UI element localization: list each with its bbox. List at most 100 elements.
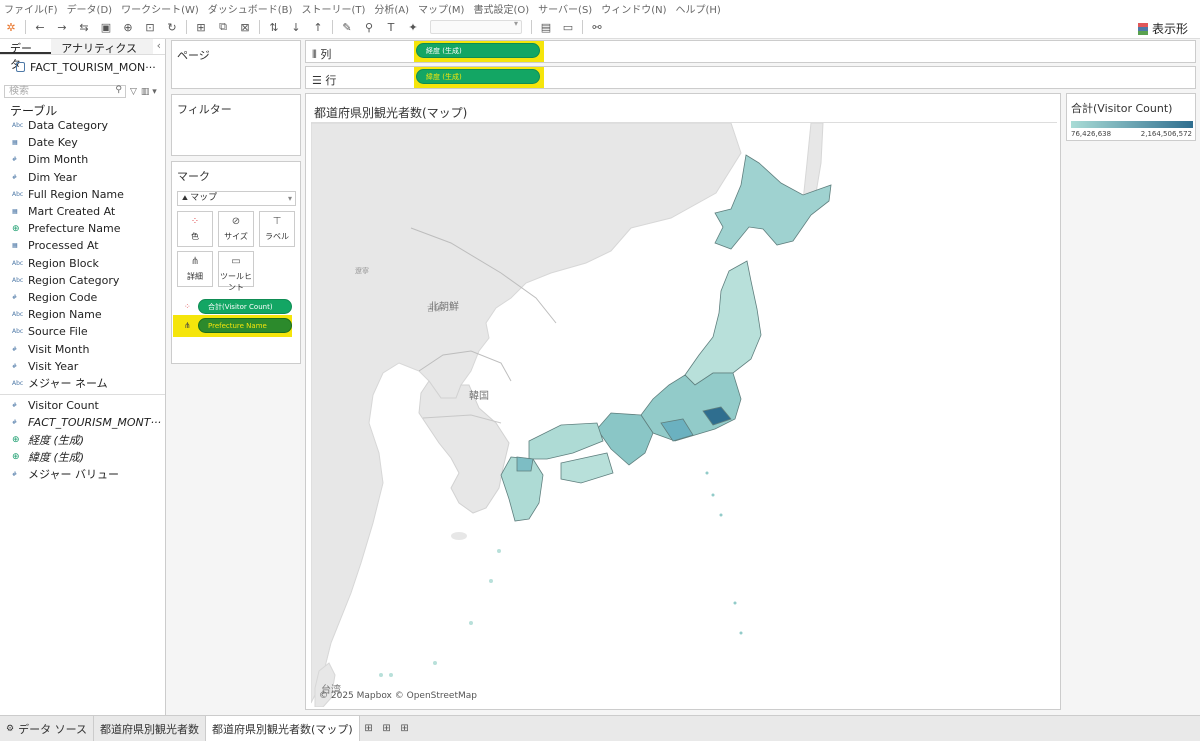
mark-type-dropdown[interactable]: ⛰ マップ — [177, 191, 296, 206]
field-item[interactable]: ⊕ Prefecture Name — [0, 220, 165, 237]
field-item[interactable]: # メジャー バリュー — [0, 466, 165, 483]
share-icon[interactable]: ⚯ — [590, 20, 604, 34]
tab-analytics[interactable]: アナリティクス — [51, 39, 153, 55]
highlight-icon[interactable]: ✎ — [340, 20, 354, 34]
field-item[interactable]: Abc Source File — [0, 323, 165, 340]
refresh-icon[interactable]: ↻ — [165, 20, 179, 34]
island — [705, 471, 709, 475]
field-item[interactable]: Abc メジャー ネーム — [0, 375, 165, 392]
field-item[interactable]: # Dim Year — [0, 169, 165, 186]
color-pill[interactable]: 合計(Visitor Count) — [198, 299, 292, 314]
tableau-logo-icon[interactable]: ✲ — [4, 20, 18, 34]
color-legend[interactable]: 合計(Visitor Count) 76,426,638 2,164,506,5… — [1066, 93, 1196, 141]
menu-analysis[interactable]: 分析(A) — [374, 1, 409, 16]
data-source-item[interactable]: FACT_TOURISM_MON··· — [0, 55, 165, 79]
field-item[interactable]: Abc Region Category — [0, 272, 165, 289]
sort-descending-icon[interactable]: ↑ — [311, 20, 325, 34]
fit-dropdown[interactable] — [430, 19, 522, 34]
show-labels-icon[interactable]: T — [384, 20, 398, 34]
tab-sheet-2[interactable]: 都道府県別観光者数(マップ) — [206, 716, 360, 741]
rows-pill[interactable]: 緯度 (生成) — [416, 69, 540, 84]
duplicate-sheet-icon[interactable]: ⧉ — [216, 20, 230, 34]
swap-rows-columns-icon[interactable]: ⇅ — [267, 20, 281, 34]
view-options-icon[interactable]: ▥ ▾ — [141, 87, 157, 97]
toolbar-divider — [186, 20, 187, 34]
new-sheet-icon[interactable]: ⊞ — [194, 20, 208, 34]
legend-max-value: 2,164,506,572 — [1140, 130, 1192, 138]
label-button[interactable]: ⊤ ラベル — [259, 211, 295, 247]
field-name: Region Name — [28, 308, 102, 322]
detail-pill[interactable]: Prefecture Name — [198, 318, 292, 333]
fukuoka-prefecture[interactable] — [516, 456, 534, 472]
color-button[interactable]: ⁘ 色 — [177, 211, 213, 247]
filters-card[interactable]: フィルター — [171, 94, 301, 156]
menu-format[interactable]: 書式設定(O) — [473, 1, 529, 16]
color-encoding-icon: ⁘ — [184, 302, 191, 311]
color-pill-label: 合計(Visitor Count) — [208, 303, 273, 311]
tooltip-button[interactable]: ▭ ツールヒント — [218, 251, 254, 292]
size-icon: ⊘ — [231, 216, 241, 227]
toolbar: ✲ ← → ⇆ ▣ ⊕ ⊡ ↻ ⊞ ⧉ ⊠ ⇅ ↓ ↑ ✎ ⚲ T ✦ ▤ ▭ … — [0, 16, 1200, 39]
menu-worksheet[interactable]: ワークシート(W) — [121, 1, 199, 16]
new-worksheet-icon[interactable]: ⊞ — [360, 716, 378, 741]
group-icon[interactable]: ⚲ — [362, 20, 376, 34]
menu-server[interactable]: サーバー(S) — [538, 1, 592, 16]
field-item[interactable]: # Visit Year — [0, 358, 165, 375]
swap-icon[interactable]: ⇆ — [77, 20, 91, 34]
menu-map[interactable]: マップ(M) — [418, 1, 464, 16]
field-item[interactable]: # Dim Month — [0, 151, 165, 168]
menu-window[interactable]: ウィンドウ(N) — [601, 1, 666, 16]
show-me-button[interactable]: 表示形 — [1137, 20, 1188, 37]
menu-dashboard[interactable]: ダッシュボード(B) — [208, 1, 293, 16]
field-item[interactable]: # Region Code — [0, 289, 165, 306]
columns-shelf[interactable]: ⦀ 列 経度 (生成) — [305, 40, 1196, 63]
field-item[interactable]: Abc Data Category — [0, 117, 165, 134]
menu-data[interactable]: データ(D) — [67, 1, 113, 16]
size-button[interactable]: ⊘ サイズ — [218, 211, 254, 247]
field-item[interactable]: ▦ Mart Created At — [0, 203, 165, 220]
field-item[interactable]: # FACT_TOURISM_MONT··· — [0, 414, 165, 431]
rows-shelf[interactable]: ☰ 行 緯度 (生成) — [305, 66, 1196, 89]
pages-card[interactable]: ページ — [171, 40, 301, 89]
measure-list: # Visitor Count # FACT_TOURISM_MONT··· ⊕ 経度 (… — [0, 397, 165, 483]
show-cards-icon[interactable]: ▤ — [539, 20, 553, 34]
map-canvas[interactable]: 吉林 遼寧 北朝鮮 北朝鮮 韓国 台湾 — [310, 122, 1057, 708]
string-type-icon: Abc — [12, 328, 24, 336]
fix-axes-icon[interactable]: ✦ — [406, 20, 420, 34]
field-item[interactable]: Abc Full Region Name — [0, 186, 165, 203]
field-item[interactable]: ⊕ 緯度 (生成) — [0, 449, 165, 466]
save-icon[interactable]: ▣ — [99, 20, 113, 34]
new-dashboard-icon[interactable]: ⊞ — [378, 716, 396, 741]
columns-pill-label: 経度 (生成) — [426, 47, 462, 55]
clear-sheet-icon[interactable]: ⊠ — [238, 20, 252, 34]
new-story-icon[interactable]: ⊞ — [396, 716, 414, 741]
field-item[interactable]: ▦ Date Key — [0, 134, 165, 151]
sheet-tab-bar: ⚙ データ ソース 都道府県別観光者数 都道府県別観光者数(マップ) ⊞ ⊞ ⊞ — [0, 715, 1200, 741]
filter-icon[interactable]: ▽ — [130, 87, 137, 97]
menu-story[interactable]: ストーリー(T) — [301, 1, 365, 16]
field-item[interactable]: # Visitor Count — [0, 397, 165, 414]
map-mark-icon: ⛰ — [182, 194, 191, 202]
field-item[interactable]: ▦ Processed At — [0, 237, 165, 254]
menu-file[interactable]: ファイル(F) — [4, 1, 58, 16]
field-item[interactable]: ⊕ 経度 (生成) — [0, 431, 165, 448]
field-search-input[interactable]: 検索 ⚲ — [4, 85, 126, 98]
menu-help[interactable]: ヘルプ(H) — [676, 1, 721, 16]
undo-icon[interactable]: ← — [33, 20, 47, 34]
columns-pill[interactable]: 経度 (生成) — [416, 43, 540, 58]
collapse-pane-icon[interactable]: ‹ — [153, 39, 165, 54]
field-name: Visitor Count — [28, 399, 99, 413]
tab-data[interactable]: データ — [0, 39, 52, 71]
tab-sheet-1[interactable]: 都道府県別観光者数 — [94, 716, 207, 741]
presentation-icon[interactable]: ▭ — [561, 20, 575, 34]
pause-update-icon[interactable]: ⊡ — [143, 20, 157, 34]
field-item[interactable]: # Visit Month — [0, 340, 165, 357]
sort-ascending-icon[interactable]: ↓ — [289, 20, 303, 34]
field-name: Region Category — [28, 273, 120, 287]
tab-data-source[interactable]: ⚙ データ ソース — [0, 716, 95, 741]
field-item[interactable]: Abc Region Block — [0, 255, 165, 272]
new-datasource-icon[interactable]: ⊕ — [121, 20, 135, 34]
detail-button[interactable]: ⋔ 詳細 — [177, 251, 213, 287]
field-item[interactable]: Abc Region Name — [0, 306, 165, 323]
redo-icon[interactable]: → — [55, 20, 69, 34]
